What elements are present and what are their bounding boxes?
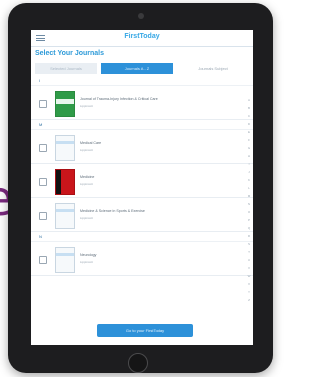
journal-checkbox[interactable]	[39, 178, 47, 186]
alphabet-index-letter[interactable]: R	[247, 232, 251, 240]
alphabet-index-letter[interactable]: A	[247, 96, 251, 104]
alphabet-index-letter[interactable]: E	[247, 128, 251, 136]
camera-dot	[138, 13, 144, 19]
journal-name: Journal of Trauma-Injury Infection & Cri…	[80, 97, 158, 101]
alphabet-index-letter[interactable]: M	[247, 192, 251, 200]
letter-header: M	[31, 121, 253, 130]
journal-cover	[55, 169, 75, 195]
journal-name: Medicine & Science in Sports & Exercise	[80, 209, 145, 213]
alphabet-index-letter[interactable]: Z	[247, 296, 251, 304]
alphabet-index[interactable]: ABCDEFGHIJKLMNOPQRSTUVWXYZ	[247, 96, 251, 304]
alphabet-index-letter[interactable]: O	[247, 208, 251, 216]
journal-tabs: Selected Journals Journals A - Z Journal…	[35, 63, 249, 74]
alphabet-index-letter[interactable]: U	[247, 256, 251, 264]
alphabet-index-letter[interactable]: D	[247, 120, 251, 128]
alphabet-index-letter[interactable]: G	[247, 144, 251, 152]
journal-cover	[55, 203, 75, 229]
alphabet-index-letter[interactable]: T	[247, 248, 251, 256]
page-title: Select Your Journals	[35, 50, 104, 57]
home-button[interactable]	[128, 353, 148, 373]
app-screen: FirstToday Select Your Journals Selected…	[31, 30, 253, 345]
letter-header: N	[31, 233, 253, 242]
tab-selected-journals[interactable]: Selected Journals	[35, 63, 97, 74]
alphabet-index-letter[interactable]: B	[247, 104, 251, 112]
alphabet-index-letter[interactable]: Y	[247, 288, 251, 296]
alphabet-index-letter[interactable]: N	[247, 200, 251, 208]
letter-header: I	[31, 77, 253, 86]
list-item[interactable]: Medical Care Lippincott	[31, 131, 253, 164]
alphabet-index-letter[interactable]: X	[247, 280, 251, 288]
journal-cover	[55, 135, 75, 161]
alphabet-index-letter[interactable]: V	[247, 264, 251, 272]
journal-checkbox[interactable]	[39, 256, 47, 264]
alphabet-index-letter[interactable]: J	[247, 168, 251, 176]
alphabet-index-letter[interactable]: S	[247, 240, 251, 248]
alphabet-index-letter[interactable]: C	[247, 112, 251, 120]
journal-cover	[55, 247, 75, 273]
alphabet-index-letter[interactable]: W	[247, 272, 251, 280]
journal-name: Neurology	[80, 253, 97, 257]
go-to-firsttoday-button[interactable]: Go to your FirstToday	[97, 324, 193, 337]
journal-publisher: Lippincott	[80, 216, 93, 220]
tab-journals-subject[interactable]: Journals Subject	[177, 63, 249, 74]
journal-publisher: Lippincott	[80, 260, 93, 264]
list-item[interactable]: Medicine Lippincott	[31, 165, 253, 198]
top-bar: FirstToday	[31, 30, 253, 47]
alphabet-index-letter[interactable]: P	[247, 216, 251, 224]
tab-journals-a-z[interactable]: Journals A - Z	[101, 63, 173, 74]
list-item[interactable]: Neurology Lippincott	[31, 243, 253, 276]
alphabet-index-letter[interactable]: I	[247, 160, 251, 168]
journal-publisher: Lippincott	[80, 182, 93, 186]
journal-checkbox[interactable]	[39, 100, 47, 108]
alphabet-index-letter[interactable]: F	[247, 136, 251, 144]
tablet-device: FirstToday Select Your Journals Selected…	[8, 3, 273, 373]
list-item[interactable]: Journal of Trauma-Injury Infection & Cri…	[31, 87, 253, 120]
alphabet-index-letter[interactable]: K	[247, 176, 251, 184]
app-title: FirstToday	[124, 33, 160, 40]
journal-cover	[55, 91, 75, 117]
journal-checkbox[interactable]	[39, 212, 47, 220]
journal-name: Medicine	[80, 175, 95, 179]
alphabet-index-letter[interactable]: Q	[247, 224, 251, 232]
list-item[interactable]: Medicine & Science in Sports & Exercise …	[31, 199, 253, 232]
journal-name: Medical Care	[80, 141, 102, 145]
journal-publisher: Lippincott	[80, 104, 93, 108]
journal-checkbox[interactable]	[39, 144, 47, 152]
alphabet-index-letter[interactable]: L	[247, 184, 251, 192]
journal-publisher: Lippincott	[80, 148, 93, 152]
alphabet-index-letter[interactable]: H	[247, 152, 251, 160]
